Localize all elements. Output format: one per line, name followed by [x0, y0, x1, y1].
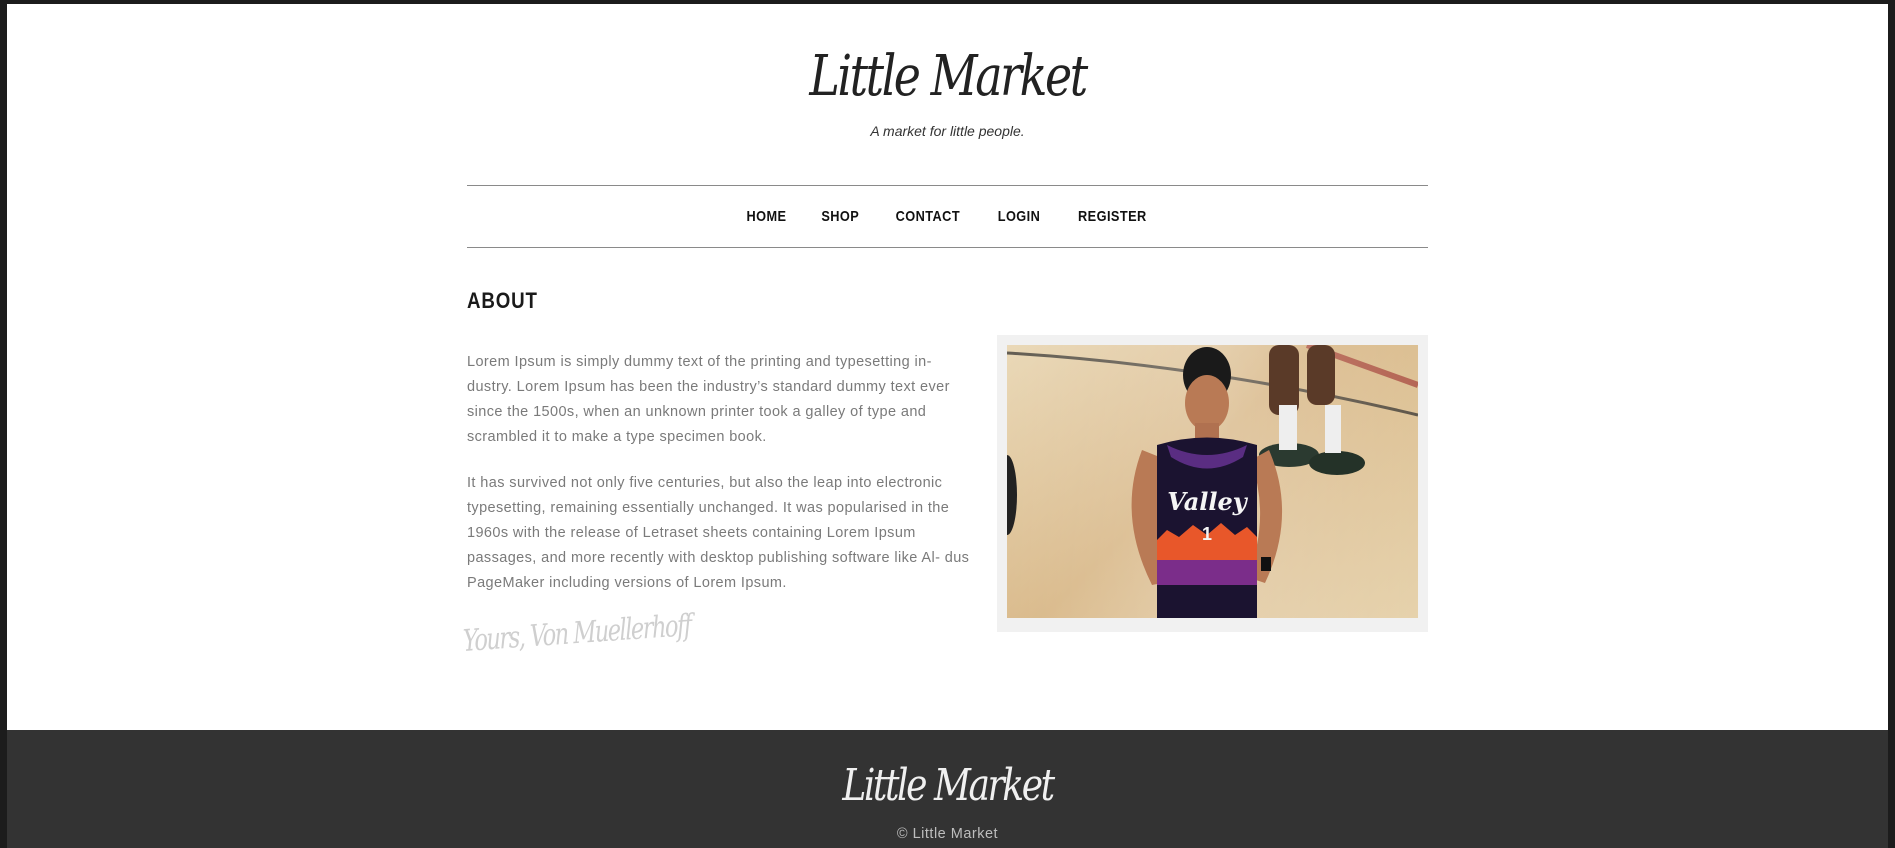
- footer-logo[interactable]: Little Market: [176, 760, 1718, 811]
- page: Little Market A market for little people…: [7, 4, 1888, 848]
- jersey-number: 1: [1202, 524, 1212, 544]
- nav-register[interactable]: REGISTER: [1078, 208, 1147, 225]
- about-heading: ABOUT: [467, 288, 538, 313]
- photo-frame: Valley 1: [997, 335, 1428, 632]
- about-paragraph-1: Lorem Ipsum is simply dummy text of the …: [467, 354, 950, 445]
- jersey-text: Valley: [1167, 487, 1248, 516]
- site-tagline: A market for little people.: [870, 123, 1025, 139]
- signature: Yours, Von Muellerhoff: [462, 608, 692, 659]
- nav-contact[interactable]: CONTACT: [896, 208, 960, 225]
- about-paragraph-2: It has survived not only five centuries,…: [467, 475, 970, 591]
- site-logo[interactable]: Little Market: [553, 44, 1341, 109]
- nav-bottom-divider: [467, 247, 1428, 248]
- nav-home[interactable]: HOME: [746, 208, 786, 225]
- about-photo: Valley 1: [1007, 345, 1418, 618]
- nav-shop[interactable]: SHOP: [821, 208, 859, 225]
- nav-login[interactable]: LOGIN: [998, 208, 1041, 225]
- copyright-text: © Little Market: [896, 826, 999, 842]
- site-footer: Little Market © Little Market: [7, 730, 1888, 848]
- main-nav: HOME SHOP CONTACT LOGIN REGISTER: [467, 185, 1428, 247]
